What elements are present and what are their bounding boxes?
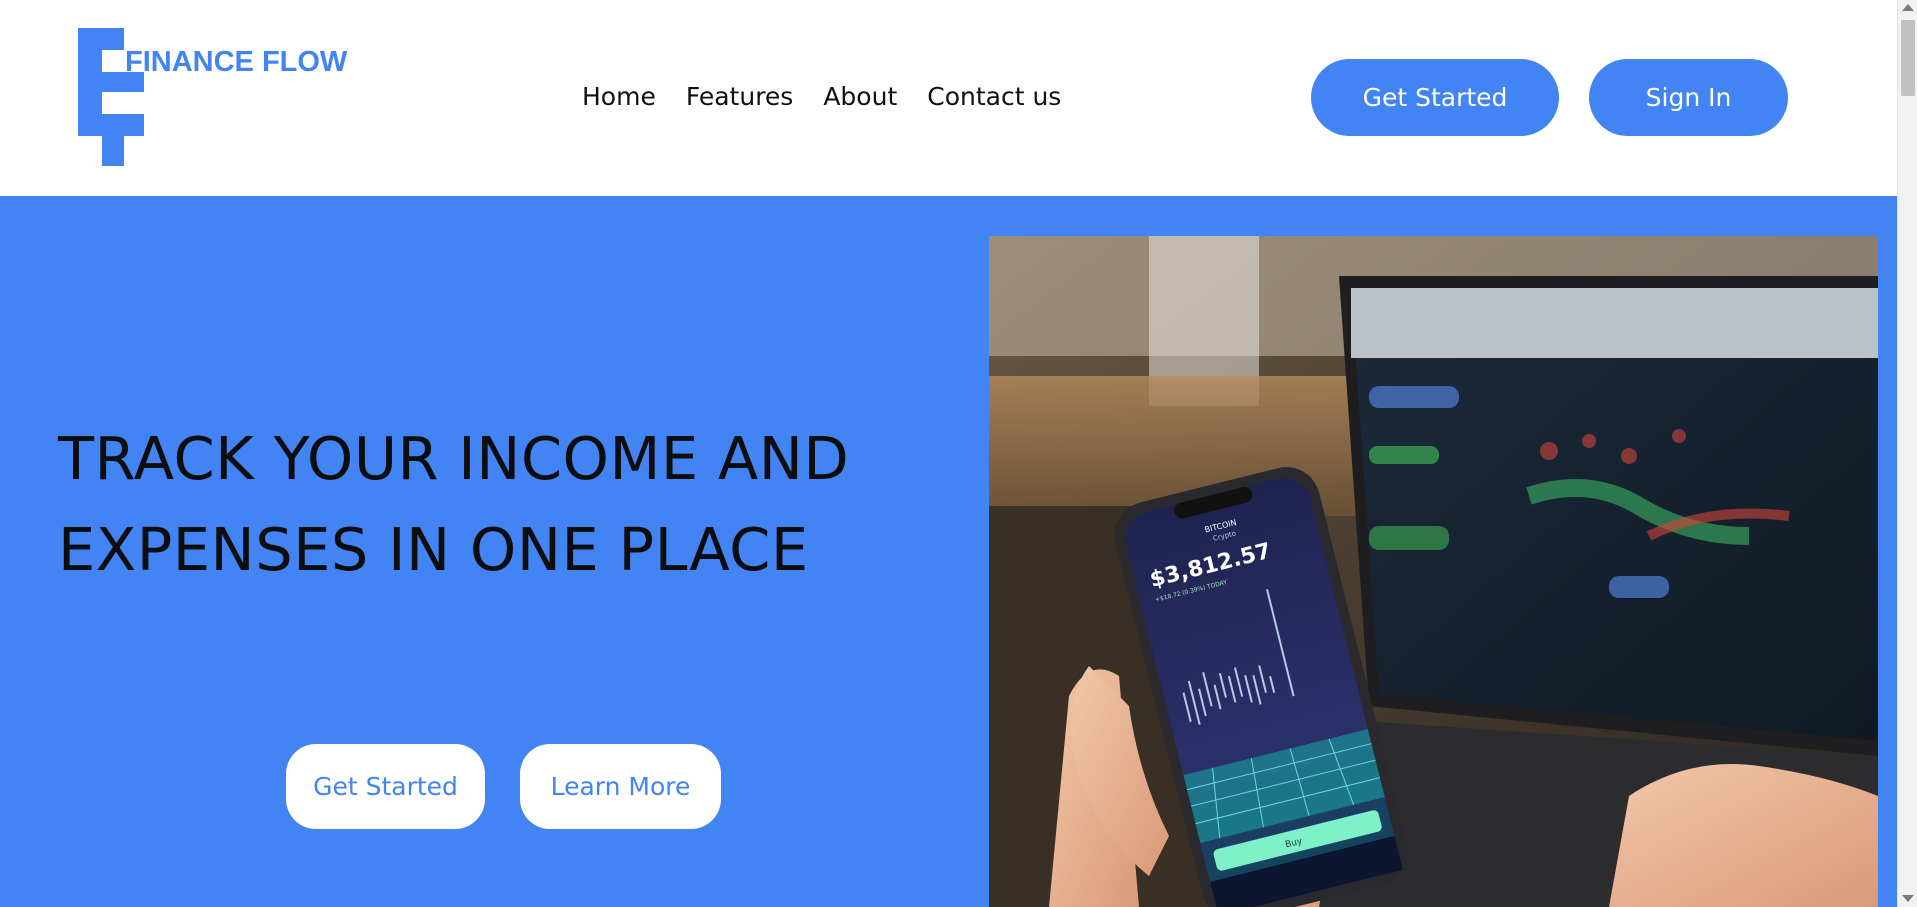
header-get-started-button[interactable]: Get Started [1311,59,1559,136]
nav-link-about[interactable]: About [823,82,897,111]
hero-get-started-button[interactable]: Get Started [286,744,485,829]
hero-title-line-2: EXPENSES IN ONE PLACE [58,515,809,584]
sign-in-button[interactable]: Sign In [1589,59,1788,136]
nav-link-features[interactable]: Features [686,82,794,111]
learn-more-button[interactable]: Learn More [520,744,721,829]
hero-section: TRACK YOUR INCOME AND EXPENSES IN ONE PL… [0,196,1897,907]
brand-logo[interactable]: FINANCE FLOW [78,28,347,168]
hero-photo-illustration: BITCOIN Crypto $3,812.57 +$18.72 (0.39%)… [989,236,1878,907]
nav-link-home[interactable]: Home [582,82,656,111]
chevron-down-icon[interactable] [1902,895,1914,902]
landing-page: FINANCE FLOW Home Features About Contact… [0,0,1897,907]
hero-title-line-1: TRACK YOUR INCOME AND [58,424,850,493]
brand-name: FINANCE FLOW [125,46,348,78]
nav-link-contact[interactable]: Contact us [927,82,1061,111]
main-nav: Home Features About Contact us [582,82,1061,111]
hero-title: TRACK YOUR INCOME AND EXPENSES IN ONE PL… [58,413,918,595]
site-header: FINANCE FLOW Home Features About Contact… [0,0,1897,196]
scrollbar-thumb[interactable] [1901,20,1915,96]
chevron-up-icon[interactable] [1902,4,1914,11]
page-scrollbar[interactable] [1897,0,1917,907]
hero-image: BITCOIN Crypto $3,812.57 +$18.72 (0.39%)… [989,236,1878,907]
